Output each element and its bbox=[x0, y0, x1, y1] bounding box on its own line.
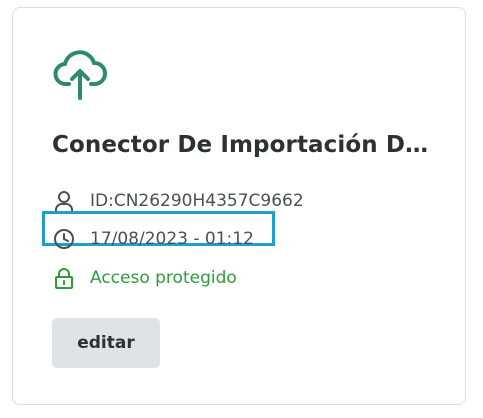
connector-title: Conector De Importación De Datos bbox=[52, 132, 442, 158]
connector-id-text: ID:CN26290H4357C9662 bbox=[90, 191, 304, 211]
user-icon bbox=[52, 189, 76, 213]
connector-access-text: Acceso protegido bbox=[90, 268, 237, 288]
lock-icon bbox=[52, 266, 76, 290]
connector-access-row: Acceso protegido bbox=[52, 265, 237, 291]
edit-button[interactable]: editar bbox=[52, 318, 160, 368]
connector-date-row: 17/08/2023 - 01:12 bbox=[52, 226, 254, 252]
connector-date-text: 17/08/2023 - 01:12 bbox=[90, 229, 254, 249]
cloud-upload-icon bbox=[53, 50, 107, 100]
clock-icon bbox=[52, 227, 76, 251]
connector-card: Conector De Importación De Datos ID:CN26… bbox=[12, 7, 466, 405]
